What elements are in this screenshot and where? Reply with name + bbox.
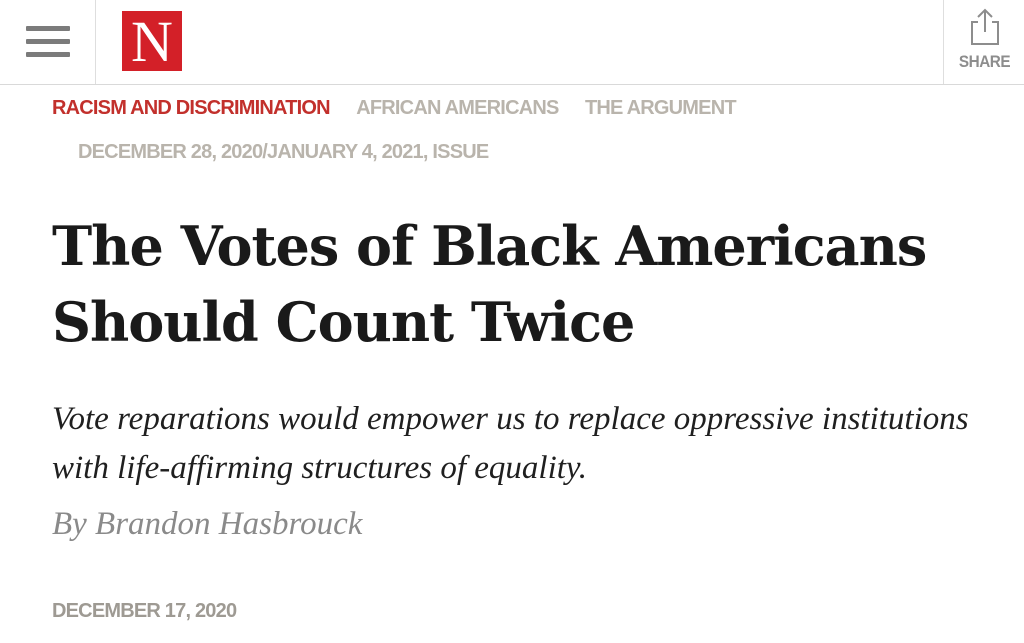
issue-link[interactable]: DECEMBER 28, 2020/JANUARY 4, 2021, ISSUE bbox=[78, 141, 489, 164]
menu-button[interactable] bbox=[0, 0, 96, 84]
article-headline: The Votes of Black Americans Should Coun… bbox=[52, 208, 952, 360]
publish-date: DECEMBER 17, 2020 bbox=[52, 600, 237, 622]
hamburger-icon bbox=[26, 26, 70, 31]
headline-line-1: The Votes of Black Americans bbox=[52, 214, 927, 278]
topic-tags: RACISM AND DISCRIMINATION AFRICAN AMERIC… bbox=[52, 97, 758, 120]
headline-line-2: Should Count Twice bbox=[52, 290, 635, 354]
share-icon bbox=[971, 8, 999, 45]
share-button[interactable]: SHARE bbox=[943, 0, 1024, 84]
logo-letter: N bbox=[131, 9, 173, 74]
article-dek: Vote reparations would empower us to rep… bbox=[52, 401, 969, 486]
tag-the-argument[interactable]: THE ARGUMENT bbox=[585, 97, 737, 120]
share-label: SHARE bbox=[958, 52, 1011, 71]
hamburger-icon-bar bbox=[26, 52, 70, 57]
tag-african-americans[interactable]: AFRICAN AMERICANS bbox=[356, 97, 559, 120]
hamburger-icon-bar bbox=[26, 39, 70, 44]
top-navigation-bar: N SHARE bbox=[0, 0, 1024, 85]
site-logo[interactable]: N bbox=[122, 11, 182, 71]
article-byline[interactable]: By Brandon Hasbrouck bbox=[52, 506, 362, 543]
tag-racism-and-discrimination[interactable]: RACISM AND DISCRIMINATION bbox=[52, 97, 331, 120]
